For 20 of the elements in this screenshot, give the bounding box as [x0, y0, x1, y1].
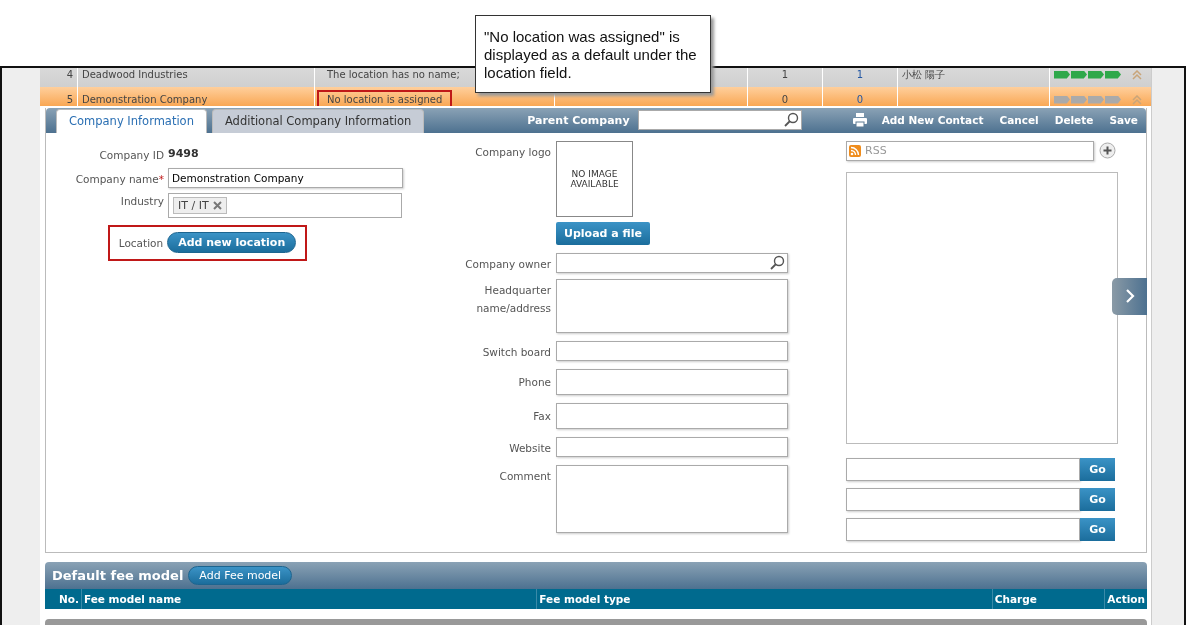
- field-label: Phone: [517, 374, 552, 390]
- field-label: Website: [508, 440, 552, 456]
- section-title: Default fee model: [52, 568, 184, 583]
- rss-placeholder: RSS: [865, 144, 887, 158]
- table-cell: 小松 陽子: [902, 68, 946, 82]
- parent-company-label: Parent Company: [527, 113, 630, 127]
- field-label: Company owner: [464, 256, 552, 272]
- industry-tag: IT / IT: [173, 196, 227, 214]
- field-label: Industry: [119, 193, 165, 207]
- table-cell-text: The location has no name;: [326, 68, 461, 82]
- field-label: Fax: [532, 408, 552, 424]
- field-label: Company name*: [74, 171, 165, 185]
- company-id-value: 9498: [168, 147, 199, 161]
- field-label: Headquarter name/address: [475, 282, 552, 316]
- field-label: Location: [118, 236, 164, 249]
- annotation-tooltip: "No location was assigned" is displayed as a default under the location field.: [475, 15, 711, 93]
- field-label: Company ID: [98, 147, 165, 161]
- field-label: Switch board: [481, 344, 552, 360]
- field-label: Comment: [498, 468, 552, 484]
- field-label: Company logo: [474, 144, 552, 160]
